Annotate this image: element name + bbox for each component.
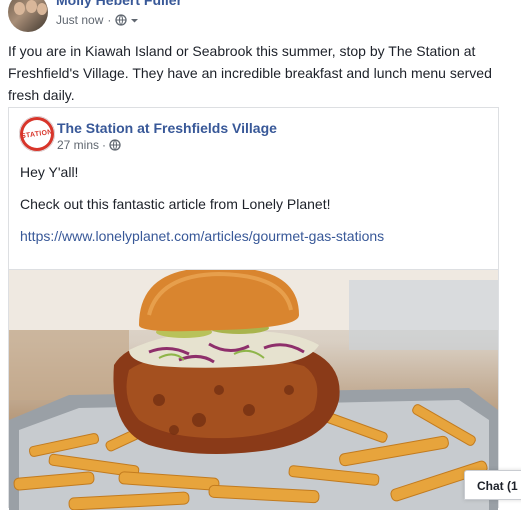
article-link[interactable]: https://www.lonelyplanet.com/articles/go… — [20, 228, 384, 244]
chevron-down-icon[interactable] — [130, 16, 139, 25]
post-meta: Just now · — [56, 13, 139, 27]
shared-post-card: STATION The Station at Freshfields Villa… — [8, 107, 499, 510]
meta-separator: · — [102, 138, 107, 152]
avatar-face — [26, 0, 37, 13]
post-text: If you are in Kiawah Island or Seabrook … — [8, 43, 492, 103]
shared-body: Check out this fantastic article from Lo… — [20, 196, 331, 212]
food-photo[interactable] — [9, 269, 498, 510]
page-logo[interactable]: STATION — [19, 116, 55, 152]
avatar-face — [14, 2, 25, 15]
more-options-icon[interactable]: ··· — [490, 0, 509, 6]
chat-tab[interactable]: Chat (1 — [464, 470, 521, 500]
post-timestamp[interactable]: Just now — [56, 13, 103, 27]
meta-separator: · — [107, 13, 112, 27]
author-avatar[interactable] — [8, 0, 48, 32]
shared-greeting: Hey Y'all! — [20, 164, 79, 180]
globe-icon[interactable] — [115, 14, 128, 26]
globe-icon — [109, 139, 121, 151]
page-name[interactable]: The Station at Freshfields Village — [57, 120, 277, 136]
shared-meta: 27 mins · — [57, 138, 121, 152]
avatar-face — [37, 3, 47, 15]
shared-timestamp[interactable]: 27 mins — [57, 138, 99, 152]
author-name[interactable]: Molly Hebert Fuller — [56, 0, 182, 8]
page-logo-inner: STATION — [20, 120, 54, 148]
burger-fries-image — [9, 270, 498, 510]
post-header: Molly Hebert Fuller Just now · ··· — [0, 0, 521, 36]
page-logo-text: STATION — [20, 128, 54, 140]
